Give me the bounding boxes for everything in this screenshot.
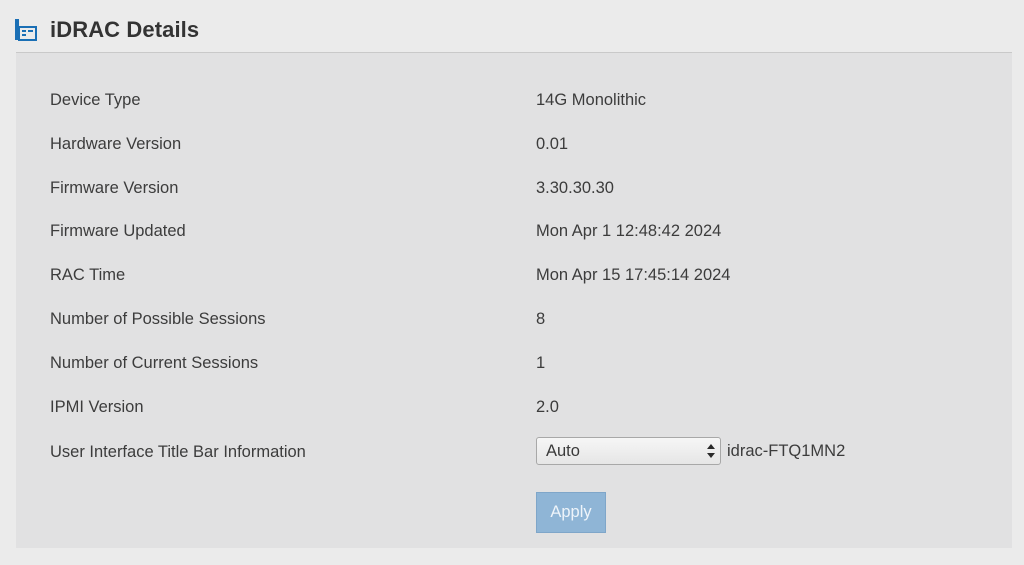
server-info-icon [15, 19, 37, 41]
detail-label: Firmware Version [50, 179, 179, 197]
page-header: iDRAC Details [0, 0, 1024, 52]
detail-row-possible-sessions: Number of Possible Sessions 8 [16, 308, 1012, 332]
detail-label: Number of Possible Sessions [50, 310, 266, 328]
select-value: Auto [546, 442, 580, 460]
detail-value: Mon Apr 1 12:48:42 2024 [536, 222, 722, 240]
apply-button[interactable]: Apply [536, 492, 606, 533]
select-arrows-icon [707, 444, 715, 458]
detail-label: IPMI Version [50, 398, 144, 416]
detail-value: 14G Monolithic [536, 91, 647, 109]
detail-row-current-sessions: Number of Current Sessions 1 [16, 352, 1012, 376]
detail-row-title-bar-info: User Interface Title Bar Information [16, 441, 1012, 465]
detail-label: User Interface Title Bar Information [50, 443, 306, 461]
detail-label: Device Type [50, 91, 141, 109]
detail-row-hardware-version: Hardware Version 0.01 [16, 133, 1012, 157]
detail-label: Hardware Version [50, 135, 182, 153]
detail-label: RAC Time [50, 266, 126, 284]
detail-value: 1 [536, 354, 546, 372]
detail-value: 2.0 [536, 398, 559, 416]
hostname-text: idrac-FTQ1MN2 [727, 442, 846, 460]
page-title: iDRAC Details [50, 17, 200, 42]
detail-row-firmware-updated: Firmware Updated Mon Apr 1 12:48:42 2024 [16, 220, 1012, 244]
detail-value: 8 [536, 310, 546, 328]
details-panel: Device Type 14G Monolithic Hardware Vers… [16, 53, 1012, 548]
detail-value: Mon Apr 15 17:45:14 2024 [536, 266, 731, 284]
title-bar-info-select[interactable]: Auto [536, 437, 721, 465]
detail-label: Firmware Updated [50, 222, 186, 240]
detail-row-rac-time: RAC Time Mon Apr 15 17:45:14 2024 [16, 264, 1012, 288]
detail-value: 3.30.30.30 [536, 179, 614, 197]
detail-value: 0.01 [536, 135, 569, 153]
detail-row-firmware-version: Firmware Version 3.30.30.30 [16, 177, 1012, 201]
detail-row-device-type: Device Type 14G Monolithic [16, 89, 1012, 113]
detail-row-ipmi-version: IPMI Version 2.0 [16, 396, 1012, 420]
detail-label: Number of Current Sessions [50, 354, 259, 372]
